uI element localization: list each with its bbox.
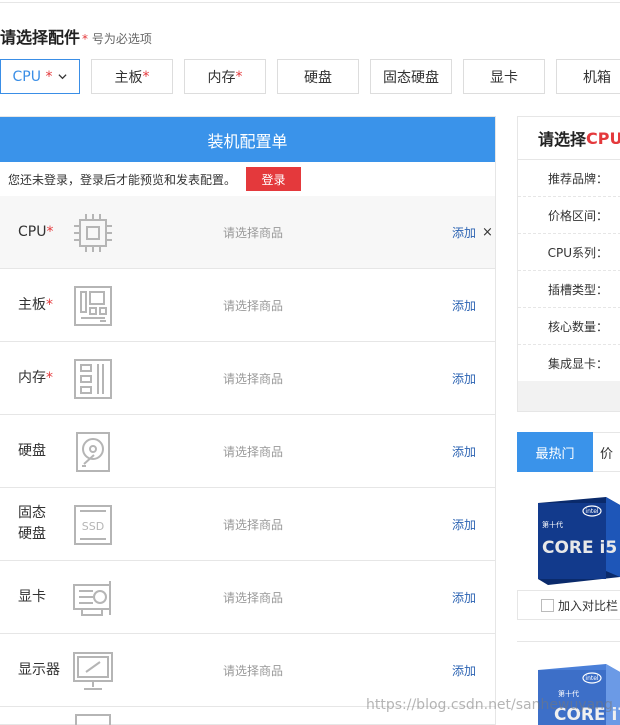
config-row-ssd: 固态 硬盘 SSD 请选择商品 添加: [0, 488, 495, 561]
filter-series[interactable]: CPU系列：: [518, 234, 620, 271]
add-link[interactable]: 添加: [452, 370, 476, 387]
svg-text:第十代: 第十代: [542, 520, 563, 529]
sort-tabs: 最热门 价: [517, 432, 620, 472]
gpu-icon: [73, 581, 111, 616]
svg-text:intel: intel: [585, 675, 599, 682]
svg-text:CORE i5: CORE i5: [542, 538, 617, 558]
compare-checkbox[interactable]: [541, 599, 554, 612]
next-item-icon: [75, 714, 111, 725]
sort-price[interactable]: 价: [594, 432, 620, 472]
filter-price[interactable]: 价格区间：: [518, 197, 620, 234]
filter-cores[interactable]: 核心数量：: [518, 308, 620, 345]
tab-cpu[interactable]: CPU *: [0, 59, 80, 94]
row-label: 固态 硬盘: [18, 505, 46, 542]
memory-icon: [74, 359, 112, 399]
sort-hot[interactable]: 最热门: [517, 432, 593, 472]
monitor-icon: [73, 652, 113, 690]
row-placeholder: 请选择商品: [223, 663, 284, 678]
page-heading: 请选择配件 * 号为必选项: [0, 24, 152, 48]
row-label: 内存*: [18, 369, 53, 386]
compare-toggle[interactable]: 加入对比栏: [517, 590, 620, 620]
motherboard-icon: [74, 286, 112, 326]
product-image-i7[interactable]: intel 第十代 CORE i7: [534, 664, 620, 725]
ssd-icon: SSD: [74, 505, 112, 545]
config-title: 装机配置单: [0, 117, 495, 162]
config-row-hdd: 硬盘 请选择商品 添加: [0, 415, 495, 488]
selector-panel: 请选择 CPU 推荐品牌： 价格区间： CPU系列： 插槽类型： 核心数量： 集成…: [517, 116, 620, 412]
row-placeholder: 请选择商品: [223, 517, 284, 532]
remove-icon[interactable]: ×: [482, 225, 493, 240]
filter-igpu[interactable]: 集成显卡：: [518, 345, 620, 382]
config-row-motherboard: 主板* 请选择商品 添加: [0, 269, 495, 342]
svg-text:SSD: SSD: [82, 520, 104, 533]
filter-footer: [518, 381, 620, 411]
row-placeholder: 请选择商品: [223, 225, 284, 240]
row-placeholder: 请选择商品: [223, 371, 284, 386]
row-label: 显示器: [18, 661, 60, 678]
product-image-i5[interactable]: intel 第十代 CORE i5: [534, 497, 620, 585]
chevron-down-icon: [58, 74, 67, 80]
page-title: 请选择配件: [0, 28, 81, 47]
row-placeholder: 请选择商品: [223, 590, 284, 605]
row-label: 主板*: [18, 296, 53, 313]
required-note: * 号为必选项: [82, 32, 152, 46]
row-placeholder: 请选择商品: [223, 298, 284, 313]
tab-gpu[interactable]: 显卡: [463, 59, 545, 94]
add-link[interactable]: 添加: [452, 297, 476, 314]
compare-label: 加入对比栏: [558, 598, 619, 613]
config-row-memory: 内存* 请选择商品 添加: [0, 342, 495, 415]
add-link[interactable]: 添加: [452, 662, 476, 679]
login-button[interactable]: 登录: [246, 167, 302, 191]
svg-text:intel: intel: [585, 508, 599, 515]
row-label: 硬盘: [18, 442, 46, 459]
row-label: CPU*: [18, 223, 54, 240]
add-link[interactable]: 添加: [452, 516, 476, 533]
tab-hdd[interactable]: 硬盘: [277, 59, 359, 94]
hdd-icon: [76, 432, 110, 472]
tab-memory[interactable]: 内存 *: [184, 59, 266, 94]
filter-socket[interactable]: 插槽类型：: [518, 271, 620, 308]
top-border: [0, 0, 620, 3]
watermark: https://blog.csdn.net/sanhewuyang: [366, 697, 613, 713]
category-tabs: CPU * 主板 * 内存 * 硬盘 固态硬盘 显卡 机箱: [0, 59, 620, 95]
product-divider: [517, 641, 620, 642]
row-placeholder: 请选择商品: [223, 444, 284, 459]
config-row-gpu: 显卡 请选择商品 添加: [0, 561, 495, 634]
add-link[interactable]: 添加: [452, 443, 476, 460]
tab-motherboard[interactable]: 主板 *: [91, 59, 173, 94]
cpu-icon: [74, 214, 112, 252]
row-label: 显卡: [18, 588, 46, 605]
filter-brand[interactable]: 推荐品牌：: [518, 160, 620, 197]
tab-case[interactable]: 机箱: [556, 59, 620, 94]
config-row-cpu: CPU* 请选择商品 添加 ×: [0, 196, 495, 269]
add-link[interactable]: 添加: [452, 224, 476, 241]
login-bar: 您还未登录，登录后才能预览和发表配置。 登录: [0, 162, 495, 197]
add-link[interactable]: 添加: [452, 589, 476, 606]
login-notice: 您还未登录，登录后才能预览和发表配置。: [8, 172, 237, 187]
tab-ssd[interactable]: 固态硬盘: [370, 59, 452, 94]
config-rows: CPU* 请选择商品 添加 × 主板* 请选择商品 添加 内存* 请选择商品 添…: [0, 196, 495, 725]
selector-title: 请选择 CPU: [518, 117, 620, 160]
